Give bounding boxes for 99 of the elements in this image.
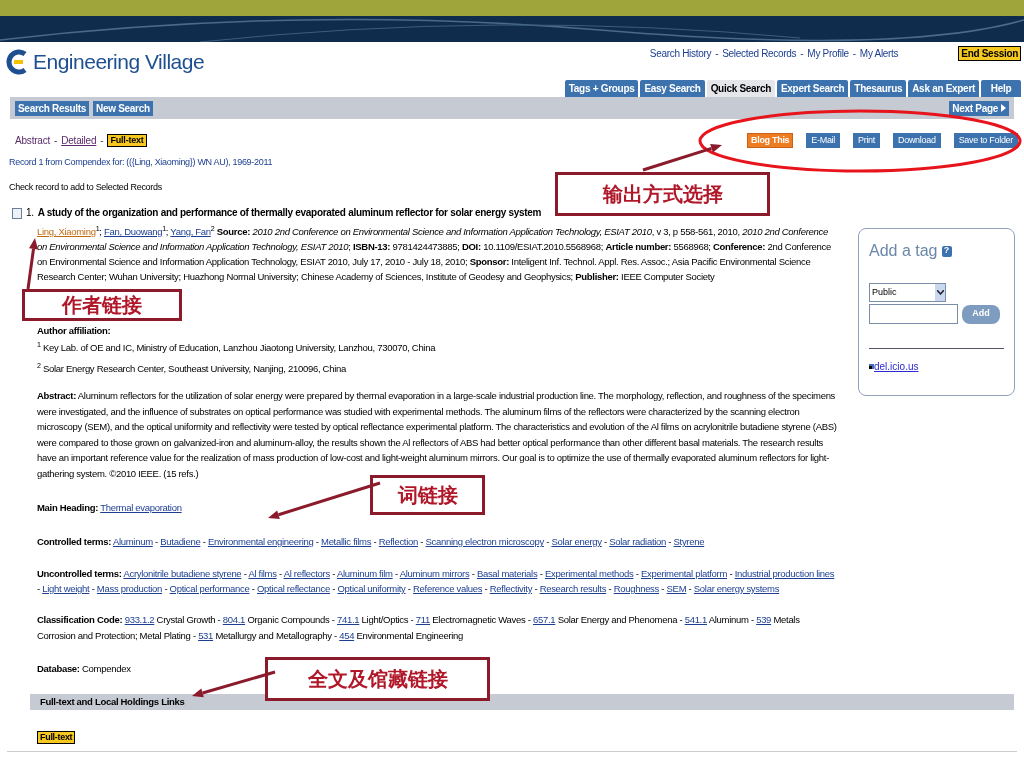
term-link[interactable]: Experimental methods — [544, 568, 634, 579]
triangle-icon — [1001, 104, 1006, 112]
view-link[interactable]: Detailed — [61, 132, 97, 148]
term-link[interactable]: Metallic films — [321, 536, 372, 547]
tag-title: Add a tag — [869, 241, 938, 261]
end-session-button[interactable]: End Session — [958, 46, 1021, 61]
term-link[interactable]: Industrial production lines — [734, 568, 835, 579]
tab[interactable]: Expert Search — [776, 80, 849, 97]
affiliation-text: $^{1}$ Key Lab. of OE and IC, Ministry of Education, Lanzhou Jiaotong University, Lanzhou, 730070, China — [37, 341, 436, 355]
check-hint: Check record to add to Selected Records — [9, 180, 162, 194]
output-button[interactable]: Print — [853, 132, 880, 148]
term-link[interactable]: Solar energy — [551, 536, 602, 547]
term-link[interactable]: Reflection — [378, 536, 418, 547]
next-page-button[interactable]: Next Page — [949, 100, 1009, 116]
term-link[interactable]: Light weight — [42, 583, 90, 594]
author-link[interactable]: Yang, Fan — [170, 226, 211, 237]
callout-label: 全文及馆藏链接 — [265, 657, 490, 701]
arrow — [26, 238, 38, 290]
term-link[interactable]: Optical performance — [169, 583, 250, 594]
record-number: 1. — [26, 206, 34, 220]
term-link[interactable]: Mass production — [96, 583, 163, 594]
code-link[interactable]: 531 — [198, 630, 214, 641]
record-info: Record 1 from Compendex for: (({Ling, Xiaoming}) WN AU), 1969-2011 — [9, 156, 273, 169]
term-link[interactable]: Research results — [539, 583, 607, 594]
main-heading: Main Heading: Thermal evaporation — [37, 501, 182, 515]
author-link[interactable]: Ling, Xiaoming — [37, 226, 96, 237]
term-link[interactable]: Experimental platform — [640, 568, 728, 579]
term-link[interactable]: Environmental engineering — [207, 536, 314, 547]
nav-button[interactable]: New Search — [93, 100, 153, 116]
full-text-button[interactable]: Full-text — [107, 133, 147, 147]
header-link[interactable]: Selected Records — [722, 46, 797, 61]
header-link[interactable]: My Alerts — [859, 46, 899, 61]
full-text-button[interactable]: Full-text — [37, 731, 76, 744]
term-link[interactable]: Thermal evaporation — [100, 502, 182, 513]
term-link[interactable]: SEM — [666, 583, 687, 594]
output-button[interactable]: E-Mail — [806, 132, 840, 148]
delicious-link[interactable]: del.icio.us — [874, 359, 919, 374]
affiliation-label: Author affiliation: — [37, 324, 111, 338]
record-checkbox[interactable] — [12, 207, 22, 219]
term-link[interactable]: Solar energy systems — [693, 583, 780, 594]
separator-text: - — [715, 47, 719, 61]
view-label: Abstract — [15, 133, 51, 148]
term-link[interactable]: Reflectivity — [489, 583, 533, 594]
term-link[interactable]: Scanning electron microscopy — [425, 536, 544, 547]
uncontrolled-terms: Uncontrolled terms: Acrylonitrile butadiene styrene - Al films - Al reflectors - Aluminum film - Aluminum mirrors - Basal materials - Experimental methods - Experimental platform - Industrial production lines - Light weight - Mass production - Optical performance - Optical reflectance - Optical uniformity - Reference values - Reflectivity - Research results - Roughness - SEM - Solar energy systems — [37, 567, 836, 596]
term-link[interactable]: Al reflectors — [283, 568, 330, 579]
nav-button[interactable]: Search Results — [15, 100, 90, 116]
code-link[interactable]: 541.1 — [684, 614, 707, 625]
tab[interactable]: Tags + Groups — [564, 80, 639, 97]
help-icon[interactable]: ? — [941, 245, 952, 257]
author-link[interactable]: Fan, Duowang — [104, 226, 163, 237]
code-link[interactable]: 711 — [415, 614, 430, 625]
code-link[interactable]: 539 — [756, 614, 772, 625]
code-link[interactable]: 454 — [339, 630, 355, 641]
tab[interactable]: Easy Search — [640, 80, 705, 97]
code-link[interactable]: 933.1.2 — [124, 614, 155, 625]
separator-text: - — [852, 47, 856, 61]
holdings-title: Full-text and Local Holdings Links — [40, 694, 185, 709]
term-link[interactable]: Roughness — [613, 583, 660, 594]
classification-codes: Classification Code: 933.1.2 Crystal Growth - 804.1 Organic Compounds - 741.1 Light/Optics - 711 Electromagnetic Waves - 657.1 Solar Energy and Phenomena - 541.1 Aluminum - 539 Metals Corrosion and Protection; Metal Plating - 531 Metallurgy and Metallography - 454 Environmental Engineering — [37, 613, 801, 643]
term-link[interactable]: Styrene — [673, 536, 705, 547]
output-button[interactable]: Download — [893, 132, 941, 148]
callout-label: 作者链接 — [22, 289, 182, 321]
visibility-select[interactable]: Public — [869, 283, 946, 302]
database-text: Database: Compendex — [37, 662, 131, 676]
tag-input-field[interactable] — [869, 304, 958, 324]
term-link[interactable]: Acrylonitrile butadiene styrene — [123, 568, 242, 579]
code-link[interactable]: 657.1 — [533, 614, 556, 625]
term-link[interactable]: Aluminum — [112, 536, 153, 547]
output-button[interactable]: Save to Folder — [953, 132, 1018, 148]
tab[interactable]: Help — [981, 80, 1021, 97]
header-link[interactable]: My Profile — [807, 46, 849, 61]
term-link[interactable]: Butadiene — [160, 536, 201, 547]
term-link[interactable]: Aluminum film — [336, 568, 393, 579]
separator-text: - — [54, 133, 58, 148]
tab[interactable]: Quick Search — [706, 80, 775, 97]
term-link[interactable]: Basal materials — [476, 568, 538, 579]
separator-text: - — [100, 133, 104, 148]
record-title[interactable]: A study of the organization and performance of thermally evaporated aluminum reflector for solar energy system — [37, 206, 542, 220]
record-details: Ling, Xiaoming$^{1}$; Fan, Duowang$^{1}$; Yang, Fan$^{2}$ Source: 2010 2nd Conference on Environmental Science and Information Application Technology, ESIAT 2010, v 3, p 558-561, 2010, 2010 2nd Conference on Environmental Science and Information Application Technology, ESIAT 2010; ISBN-13: 9781424473885; DOI: 10.1109/ESIAT.2010.5568968; Article number: 5568968; Conference: 2nd Conference on Environmental Science and Information Application Technology, ESIAT 2010, July 17, 2010 - July 18, 2010; Sponsor: Inteligent Inf. Technol. Appl. Res. Assoc.; Asia Pacific Environmental Science Research Center; Wuhan University; Huazhong Normal University; Chinese Academy of Sciences, Institute of Geodesy and Geophysics; Publisher: IEEE Computer Society — [37, 224, 832, 284]
logo-text[interactable]: Engineering Village — [33, 46, 205, 78]
code-link[interactable]: 741.1 — [337, 614, 360, 625]
term-link[interactable]: Reference values — [413, 583, 483, 594]
affiliation-text: $^{2}$ Solar Energy Research Center, Southeast University, Nanjing, 210096, China — [37, 362, 346, 376]
term-link[interactable]: Al films — [248, 568, 277, 579]
term-link[interactable]: Solar radiation — [609, 536, 666, 547]
term-link[interactable]: Optical reflectance — [257, 583, 330, 594]
callout-label: 输出方式选择 — [555, 172, 770, 216]
code-link[interactable]: 804.1 — [222, 614, 246, 625]
caret-icon — [935, 284, 945, 301]
callout-label: 词链接 — [370, 475, 485, 515]
header-link[interactable]: Search History — [649, 46, 712, 61]
tab[interactable]: Ask an Expert — [908, 80, 979, 97]
term-link[interactable]: Aluminum mirrors — [399, 568, 470, 579]
separator-text: - — [800, 47, 804, 61]
term-link[interactable]: Optical uniformity — [337, 583, 406, 594]
bookmark-icon — [869, 364, 874, 369]
controlled-terms: Controlled terms: Aluminum - Butadiene - Environmental engineering - Metallic films - Reflection - Scanning electron microscopy - Solar energy - Solar radiation - Styrene — [37, 535, 706, 549]
tab[interactable]: Thesaurus — [850, 80, 907, 97]
